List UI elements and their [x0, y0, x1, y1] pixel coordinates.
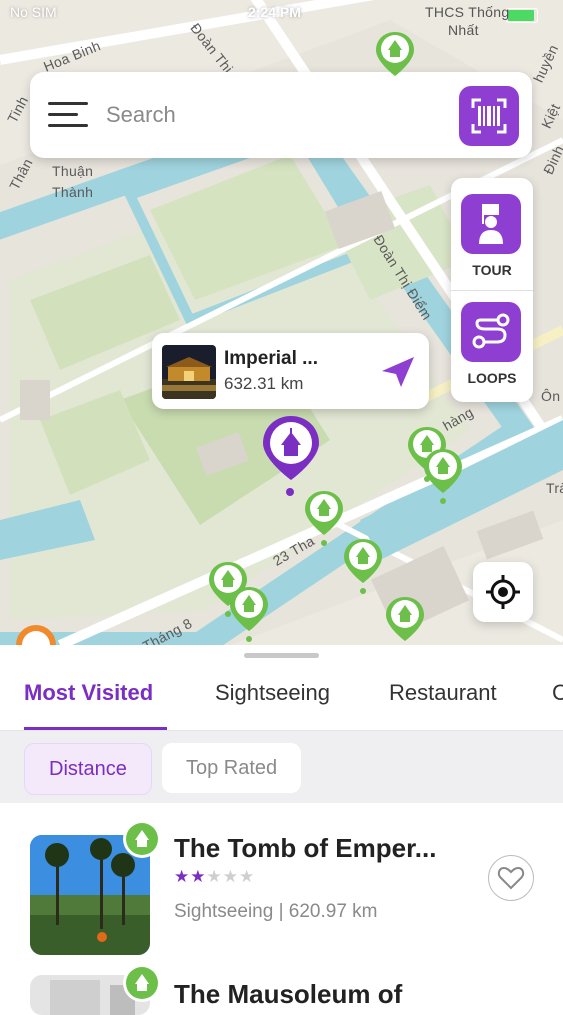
star-rating: ★★★★★: [174, 867, 256, 886]
favorite-button[interactable]: [488, 855, 534, 901]
list-item[interactable]: The Tomb of Emper... ★★★★★ Sightseeing |…: [0, 820, 563, 965]
navigation-arrow-icon: [382, 357, 414, 387]
place-pin[interactable]: [304, 489, 344, 554]
filter-top-rated[interactable]: Top Rated: [162, 743, 302, 793]
tab-most-visited[interactable]: Most Visited: [24, 680, 153, 706]
list-item[interactable]: The Mausoleum of: [0, 964, 563, 1015]
place-title: The Tomb of Emper...: [174, 833, 437, 863]
popup-title: Imperial ...: [224, 348, 318, 369]
place-pin[interactable]: [385, 595, 425, 645]
popup-distance: 632.31 km: [224, 374, 304, 393]
restaurant-pin[interactable]: [14, 622, 58, 645]
map-view[interactable]: No SIM 2:24 PM Hoa Binh Đoàn Thị Điểm TH…: [0, 0, 563, 645]
loops-label: LOOPS: [467, 370, 517, 386]
map-mode-panel: TOUR LOOPS: [451, 178, 533, 402]
map-label: Thành: [52, 184, 94, 200]
active-tab-indicator: [24, 727, 167, 730]
sheet-drag-handle[interactable]: [244, 653, 319, 658]
navigate-button[interactable]: [380, 355, 416, 389]
barcode-icon: [471, 98, 507, 134]
map-label: Nhất: [448, 22, 479, 38]
my-location-button[interactable]: [473, 562, 533, 622]
search-bar[interactable]: Search: [30, 72, 532, 158]
place-pin[interactable]: [423, 447, 463, 512]
tour-button[interactable]: TOUR: [461, 178, 523, 278]
place-pin[interactable]: [375, 30, 415, 85]
sort-filter-bar: Distance Top Rated: [0, 731, 563, 803]
place-popup[interactable]: Imperial ... 632.31 km: [152, 333, 429, 409]
search-input[interactable]: Search: [106, 102, 176, 128]
loops-button[interactable]: LOOPS: [461, 286, 523, 386]
places-sheet: Most Visited Sightseeing Restaurant C Di…: [0, 645, 563, 1015]
tab-next-category[interactable]: C: [552, 680, 563, 706]
crosshair-icon: [486, 575, 520, 609]
tour-guide-icon: [479, 204, 503, 244]
sightseeing-badge-icon: [122, 819, 162, 859]
battery-icon: [506, 8, 538, 23]
place-thumbnail: [162, 345, 216, 399]
map-label: THCS Thống: [425, 4, 510, 20]
map-label: Ôn: [541, 388, 561, 404]
barcode-scan-button[interactable]: [459, 86, 519, 146]
place-title: The Mausoleum of: [174, 979, 403, 1009]
place-pin[interactable]: [229, 585, 269, 645]
route-loop-icon: [472, 313, 510, 349]
map-label: Trà: [546, 480, 563, 496]
tour-label: TOUR: [472, 262, 512, 278]
filter-distance[interactable]: Distance: [24, 743, 152, 795]
map-label: Thuận: [52, 163, 94, 179]
place-pin[interactable]: [343, 537, 383, 602]
heart-icon: [497, 866, 525, 890]
place-meta: Sightseeing | 620.97 km: [174, 901, 378, 922]
sightseeing-badge-icon: [122, 963, 162, 1003]
hamburger-menu-icon[interactable]: [48, 102, 88, 128]
tab-sightseeing[interactable]: Sightseeing: [215, 680, 330, 706]
clock: 2:24 PM: [248, 4, 301, 20]
tab-restaurant[interactable]: Restaurant: [389, 680, 497, 706]
carrier-label: No SIM: [10, 4, 57, 20]
